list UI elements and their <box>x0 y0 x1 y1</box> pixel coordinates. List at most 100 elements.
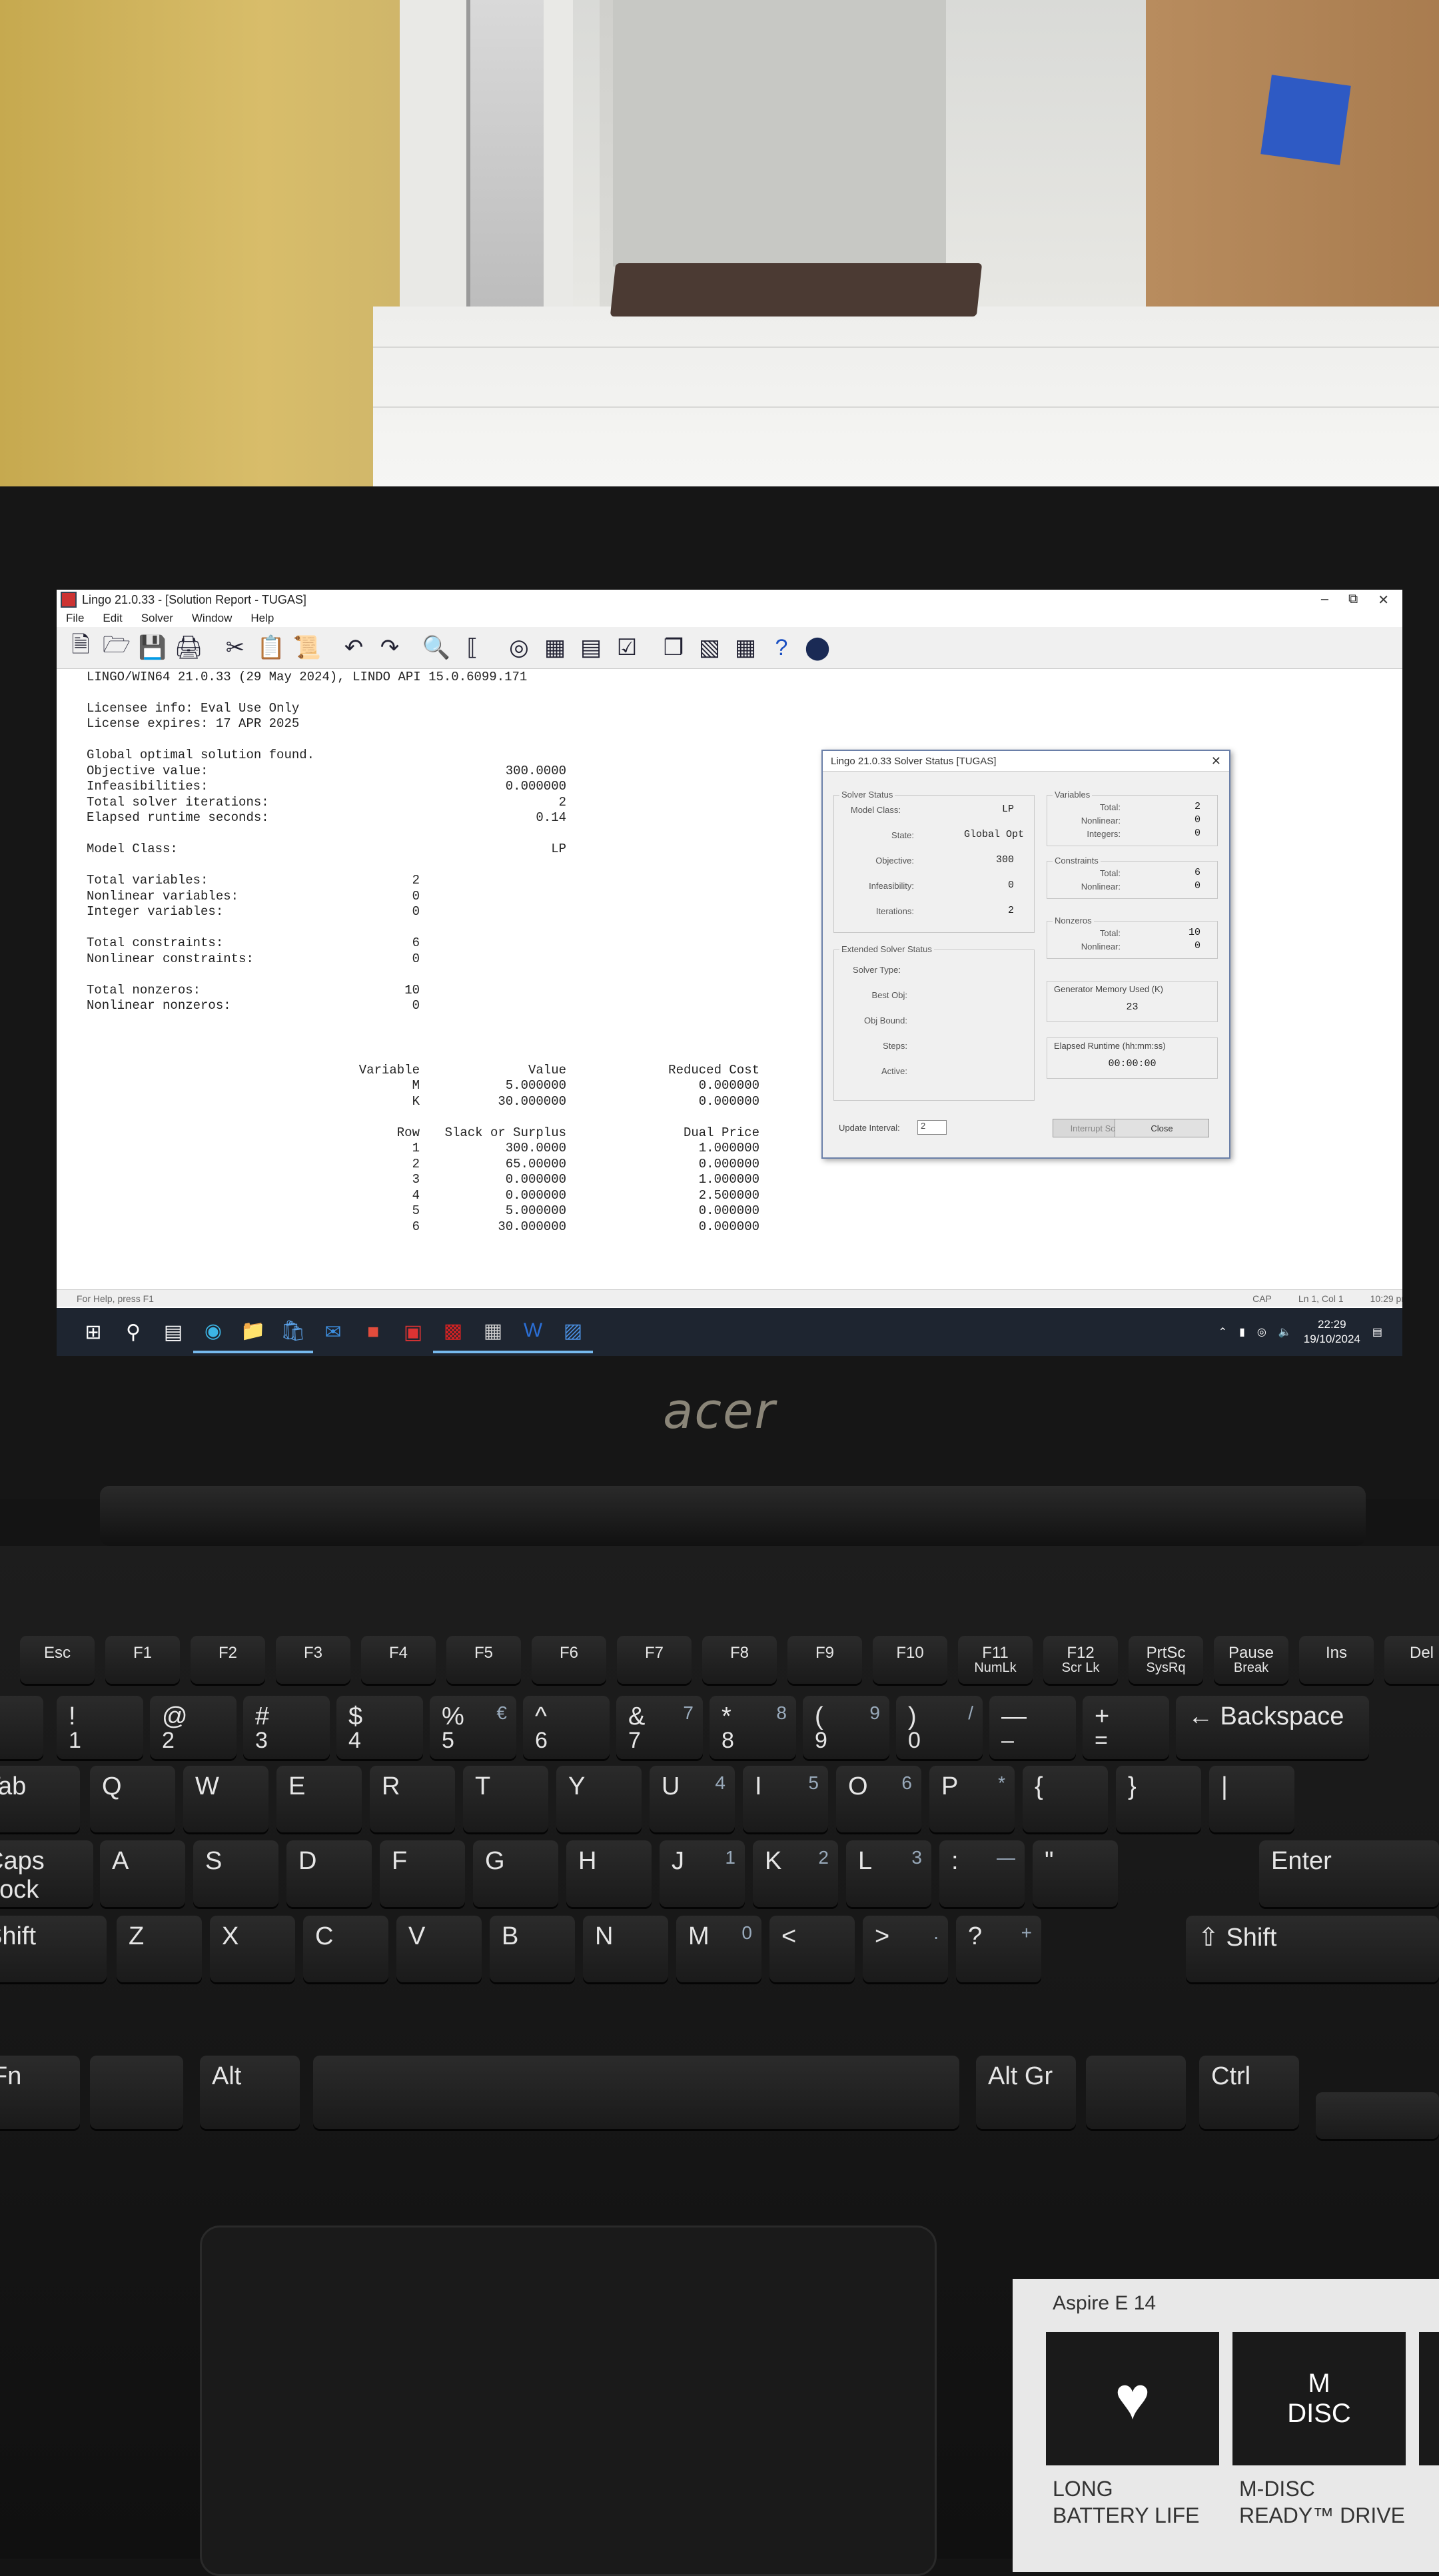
key-4-arow[interactable]: G <box>473 1840 558 1907</box>
key-space[interactable] <box>313 2056 959 2129</box>
dialog-close-icon[interactable]: ✕ <box>1211 754 1221 768</box>
key-arrow-left[interactable] <box>1316 2092 1439 2139</box>
start-icon[interactable]: ⊞ <box>73 1312 113 1352</box>
update-interval-input[interactable]: 2 <box>917 1120 947 1135</box>
key-9-arow[interactable]: : — <box>939 1840 1025 1907</box>
key-ctrl[interactable]: Ctrl <box>1199 2056 1299 2129</box>
key-11-qrow[interactable]: } <box>1116 1766 1201 1832</box>
key-num-0[interactable]: ! 1 <box>57 1696 143 1759</box>
copy-icon[interactable]: 📋 <box>255 632 287 664</box>
key-2-zrow[interactable]: C <box>303 1916 388 1982</box>
key-menu[interactable] <box>1086 2056 1186 2129</box>
print-icon[interactable]: 🖨 <box>173 632 205 664</box>
key-5-zrow[interactable]: N <box>583 1916 668 1982</box>
key-num-7[interactable]: * 8 8 <box>710 1696 796 1759</box>
key-3-zrow[interactable]: V <box>396 1916 482 1982</box>
key-tilde[interactable] <box>0 1696 43 1759</box>
key-10-arow[interactable]: " <box>1033 1840 1118 1907</box>
open-icon[interactable]: 🗁 <box>101 632 133 664</box>
key-12-qrow[interactable]: | <box>1209 1766 1294 1832</box>
key-fn-16[interactable]: Del <box>1384 1636 1439 1684</box>
key-fn-5[interactable]: F5 <box>446 1636 521 1684</box>
key-fn-10[interactable]: F10 <box>873 1636 947 1684</box>
new-icon[interactable]: 🗎 <box>65 632 97 664</box>
key-7-qrow[interactable]: I5 <box>743 1766 828 1832</box>
key-fn-3[interactable]: F3 <box>276 1636 350 1684</box>
key-num-9[interactable]: ) 0 / <box>896 1696 983 1759</box>
help-icon[interactable]: ? <box>765 632 797 664</box>
key-shift-left[interactable]: Shift <box>0 1916 107 1982</box>
solve-icon[interactable]: ◎ <box>503 632 535 664</box>
save-icon[interactable]: 💾 <box>137 632 169 664</box>
key-6-zrow[interactable]: M0 <box>676 1916 761 1982</box>
help-topics-icon[interactable]: ⬤ <box>801 632 833 664</box>
key-2-qrow[interactable]: E <box>276 1766 362 1832</box>
store-icon[interactable]: 🛍 <box>273 1311 313 1353</box>
key-fn-12[interactable]: F12 Scr Lk <box>1043 1636 1118 1684</box>
key-8-qrow[interactable]: O6 <box>836 1766 921 1832</box>
key-fn-7[interactable]: F7 <box>617 1636 692 1684</box>
key-caps[interactable]: Caps Lock <box>0 1840 93 1907</box>
find-icon[interactable]: 🔍 <box>420 632 452 664</box>
task-view-icon[interactable]: ▤ <box>153 1312 193 1352</box>
battery-icon[interactable]: ▮ <box>1239 1325 1245 1339</box>
cut-icon[interactable]: ✂ <box>219 632 251 664</box>
key-alt[interactable]: Alt <box>200 2056 300 2129</box>
key-2-arow[interactable]: D <box>286 1840 372 1907</box>
edge-icon[interactable]: ◉ <box>193 1311 233 1353</box>
key-1-zrow[interactable]: X <box>210 1916 295 1982</box>
key-shift-right[interactable]: ⇧ Shift <box>1186 1916 1439 1982</box>
key-fn[interactable]: Fn <box>0 2056 80 2129</box>
app-icon-2[interactable]: ▣ <box>393 1312 433 1352</box>
key-fn-1[interactable]: F1 <box>105 1636 180 1684</box>
key-fn-9[interactable]: F9 <box>787 1636 862 1684</box>
key-num-11[interactable]: + = <box>1083 1696 1169 1759</box>
tray-chevron-icon[interactable]: ⌃ <box>1218 1325 1227 1339</box>
search-icon[interactable]: ⚲ <box>113 1312 153 1352</box>
menu-window[interactable]: Window <box>183 612 241 625</box>
key-1-arow[interactable]: S <box>193 1840 278 1907</box>
close-button[interactable]: ✕ <box>1378 592 1389 608</box>
match-paren-icon[interactable]: ⟦ <box>456 632 488 664</box>
undo-icon[interactable]: ↶ <box>338 632 370 664</box>
key-0-arow[interactable]: A <box>100 1840 185 1907</box>
restore-button[interactable]: ⧉ <box>1348 592 1358 608</box>
network-icon[interactable]: ◎ <box>1257 1325 1266 1339</box>
menu-edit[interactable]: Edit <box>93 612 131 625</box>
touchpad[interactable] <box>200 2226 937 2576</box>
key-altgr[interactable]: Alt Gr <box>976 2056 1076 2129</box>
key-enter[interactable]: Enter <box>1259 1840 1439 1907</box>
key-6-arow[interactable]: J1 <box>660 1840 745 1907</box>
taskbar-clock[interactable]: 22:29 19/10/2024 <box>1304 1317 1360 1347</box>
key-tab[interactable]: Tab <box>0 1766 80 1832</box>
key-fn-13[interactable]: PrtSc SysRq <box>1129 1636 1203 1684</box>
key-5-qrow[interactable]: Y <box>556 1766 642 1832</box>
key-fn-0[interactable]: Esc <box>20 1636 95 1684</box>
app-icon-3[interactable]: ▦ <box>473 1311 513 1353</box>
menu-file[interactable]: File <box>57 612 93 625</box>
tile-icon[interactable]: ▦ <box>729 632 761 664</box>
key-6-qrow[interactable]: U4 <box>650 1766 735 1832</box>
range-icon[interactable]: ▦ <box>539 632 571 664</box>
key-0-zrow[interactable]: Z <box>117 1916 202 1982</box>
key-num-3[interactable]: $4 <box>336 1696 423 1759</box>
options-icon[interactable]: ▤ <box>575 632 607 664</box>
key-3-arow[interactable]: F <box>380 1840 465 1907</box>
mail-icon[interactable]: ✉ <box>313 1312 353 1352</box>
key-7-zrow[interactable]: < <box>769 1916 855 1982</box>
send-to-back-icon[interactable]: ❐ <box>658 632 690 664</box>
app-icon-1[interactable]: ■ <box>353 1312 393 1352</box>
key-num-10[interactable]: — – <box>989 1696 1076 1759</box>
key-num-4[interactable]: % 5 € <box>430 1696 516 1759</box>
app-icon-4[interactable]: ▨ <box>553 1311 593 1353</box>
key-1-qrow[interactable]: W <box>183 1766 268 1832</box>
key-num-12[interactable]: ← Backspace <box>1176 1696 1369 1759</box>
menu-help[interactable]: Help <box>241 612 283 625</box>
key-9-qrow[interactable]: P * <box>929 1766 1015 1832</box>
key-7-arow[interactable]: K2 <box>753 1840 838 1907</box>
key-num-2[interactable]: #3 <box>243 1696 330 1759</box>
notification-icon[interactable]: ▤ <box>1372 1325 1382 1339</box>
key-4-zrow[interactable]: B <box>490 1916 575 1982</box>
key-0-qrow[interactable]: Q <box>90 1766 175 1832</box>
key-fn-14[interactable]: Pause Break <box>1214 1636 1288 1684</box>
